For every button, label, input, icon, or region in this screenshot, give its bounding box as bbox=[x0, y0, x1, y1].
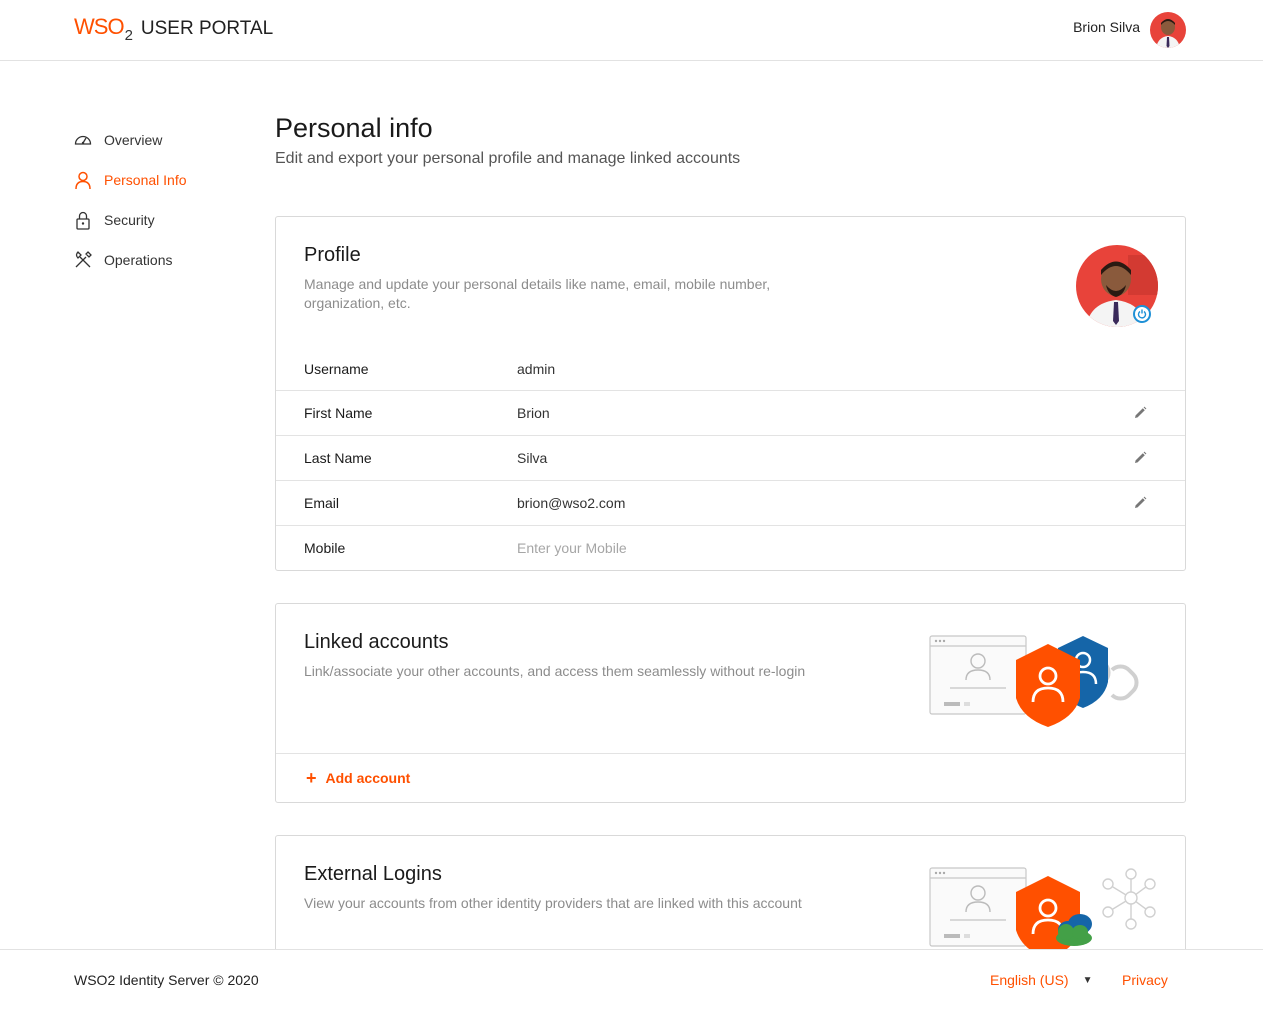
field-label: Username bbox=[304, 360, 369, 377]
top-header: WSO2 USER PORTAL Brion Silva bbox=[0, 0, 1263, 61]
field-label: Last Name bbox=[304, 450, 372, 466]
profile-description: Manage and update your personal details … bbox=[304, 276, 771, 311]
avatar-photo-icon bbox=[1150, 12, 1186, 48]
sidebar-item-operations[interactable]: Operations bbox=[72, 240, 252, 280]
field-value: Silva bbox=[517, 450, 548, 466]
lock-icon bbox=[72, 209, 94, 231]
dashboard-icon bbox=[72, 129, 94, 151]
page-title: Personal info bbox=[275, 113, 433, 143]
linked-accounts-description: Link/associate your other accounts, and … bbox=[304, 663, 806, 679]
profile-row-mobile[interactable]: Mobile Enter your Mobile bbox=[276, 525, 1185, 570]
pencil-icon bbox=[1135, 406, 1147, 418]
footer: WSO2 Identity Server © 2020 English (US)… bbox=[0, 949, 1263, 1009]
profile-title: Profile bbox=[304, 244, 361, 266]
user-icon bbox=[72, 169, 94, 191]
avatar-edit-badge[interactable] bbox=[1133, 305, 1151, 323]
pencil-icon bbox=[1135, 496, 1147, 508]
card-divider bbox=[276, 753, 1185, 754]
logo-text: WSO bbox=[74, 14, 125, 39]
sidebar-item-label: Operations bbox=[104, 252, 173, 268]
mobile-placeholder[interactable]: Enter your Mobile bbox=[517, 540, 627, 556]
profile-row-last-name: Last Name Silva bbox=[276, 435, 1185, 480]
logo-subscript: 2 bbox=[124, 27, 133, 44]
app-title: USER PORTAL bbox=[140, 18, 274, 39]
page-subtitle: Edit and export your personal profile an… bbox=[275, 150, 741, 167]
footer-copyright: WSO2 Identity Server © 2020 bbox=[74, 972, 259, 988]
pencil-icon bbox=[1135, 451, 1147, 463]
sidebar-item-label: Security bbox=[104, 212, 155, 228]
external-logins-title: External Logins bbox=[304, 863, 442, 885]
field-value: admin bbox=[517, 360, 556, 377]
caret-down-icon: ▼ bbox=[1082, 974, 1093, 986]
add-account-label: Add account bbox=[325, 770, 411, 786]
field-label: Email bbox=[304, 495, 340, 511]
external-logins-illustration-icon bbox=[929, 867, 1156, 952]
power-icon bbox=[1137, 309, 1147, 319]
wso2-logo: WSO2 bbox=[74, 14, 133, 44]
field-label: Mobile bbox=[304, 540, 346, 556]
field-label: First Name bbox=[304, 405, 373, 421]
privacy-link[interactable]: Privacy bbox=[1122, 972, 1168, 988]
profile-row-username: Username admin bbox=[276, 346, 1185, 391]
language-selector[interactable]: English (US) ▼ bbox=[990, 972, 1093, 988]
user-avatar[interactable] bbox=[1150, 12, 1186, 48]
add-account-button[interactable]: + Add account bbox=[306, 768, 411, 788]
profile-card: Profile Manage and update your personal … bbox=[275, 216, 1186, 571]
sidebar-item-personal-info[interactable]: Personal Info bbox=[72, 160, 252, 200]
field-value: Brion bbox=[517, 405, 550, 421]
profile-row-email: Email brion@wso2.com bbox=[276, 480, 1185, 525]
linked-accounts-card: Linked accounts Link/associate your othe… bbox=[275, 603, 1186, 803]
edit-email-button[interactable] bbox=[1131, 494, 1149, 512]
sidebar-item-label: Personal Info bbox=[104, 172, 187, 188]
user-name[interactable]: Brion Silva bbox=[1073, 19, 1140, 35]
linked-accounts-illustration-icon bbox=[929, 635, 1139, 727]
edit-last-name-button[interactable] bbox=[1131, 449, 1149, 467]
sidebar-item-label: Overview bbox=[104, 132, 163, 148]
field-value: brion@wso2.com bbox=[517, 495, 626, 511]
external-logins-description: View your accounts from other identity p… bbox=[304, 895, 802, 911]
profile-row-first-name: First Name Brion bbox=[276, 390, 1185, 435]
edit-first-name-button[interactable] bbox=[1131, 404, 1149, 422]
tools-icon bbox=[72, 249, 94, 271]
sidebar-nav: Overview Personal Info Security Operatio… bbox=[72, 120, 252, 280]
language-label: English (US) bbox=[990, 972, 1069, 988]
linked-accounts-title: Linked accounts bbox=[304, 631, 449, 653]
page-heading: Personal info Edit and export your perso… bbox=[275, 110, 1185, 168]
plus-icon: + bbox=[306, 768, 317, 788]
sidebar-item-security[interactable]: Security bbox=[72, 200, 252, 240]
sidebar-item-overview[interactable]: Overview bbox=[72, 120, 252, 160]
brand[interactable]: WSO2 USER PORTAL bbox=[74, 14, 274, 44]
